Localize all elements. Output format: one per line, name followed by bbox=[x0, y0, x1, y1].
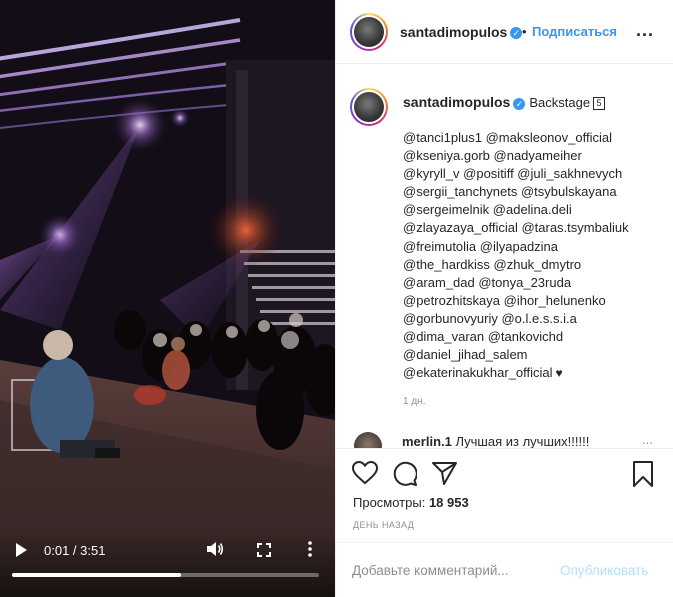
video-progress-bar[interactable] bbox=[12, 573, 319, 577]
mention-link[interactable]: @kseniya.gorb @nadyameiher bbox=[403, 148, 582, 163]
caption-heading: santadimopulos ✓ Backstage 5 bbox=[403, 94, 606, 111]
caption-mentions: @tanci1plus1 @maksleonov_official @kseni… bbox=[403, 129, 663, 382]
play-icon[interactable] bbox=[14, 542, 28, 558]
bookmark-icon[interactable] bbox=[632, 461, 654, 492]
comment-options-icon[interactable]: ... bbox=[642, 432, 653, 447]
volume-icon[interactable] bbox=[206, 541, 224, 557]
mention-line: @aram_dad @tonya_23ruda bbox=[403, 274, 663, 292]
mention-line: @ekaterinakukhar_official ♥ bbox=[403, 364, 663, 382]
video-controls-bar bbox=[0, 530, 335, 597]
mention-link[interactable]: @gorbunovyuriy @o.l.e.s.s.i.a bbox=[403, 311, 577, 326]
comment-text: merlin.1 Лучшая из лучших!!!!!! bbox=[402, 434, 589, 448]
mention-link[interactable]: @dima_varan @tankovichd bbox=[403, 329, 563, 344]
more-options-icon[interactable]: ... bbox=[636, 20, 654, 41]
verified-badge-icon: ✓ bbox=[513, 97, 526, 110]
username[interactable]: santadimopulos bbox=[400, 24, 507, 40]
mention-line: @sergeimelnik @adelina.deli bbox=[403, 201, 663, 219]
mention-link[interactable]: @kyryll_v @positiff @juli_sakhnevych bbox=[403, 166, 622, 181]
mention-line: @kyryll_v @positiff @juli_sakhnevych bbox=[403, 165, 663, 183]
comment-item: merlin.1 Лучшая из лучших!!!!!! ... bbox=[354, 432, 664, 448]
mention-link[interactable]: @daniel_jihad_salem bbox=[403, 347, 528, 362]
caption-time-ago: 1 дн. bbox=[403, 396, 426, 407]
mention-line: @dima_varan @tankovichd bbox=[403, 328, 663, 346]
heart-icon[interactable] bbox=[351, 460, 379, 490]
comment-icon[interactable] bbox=[392, 461, 418, 491]
follow-button[interactable]: Подписаться bbox=[532, 24, 617, 39]
comment-body: Лучшая из лучших!!!!!! bbox=[455, 434, 590, 448]
time-total: 3:51 bbox=[80, 543, 106, 558]
comment-input[interactable] bbox=[352, 557, 552, 583]
video-player[interactable]: 0:01 / 3:51 bbox=[0, 0, 335, 597]
heart-emoji: ♥ bbox=[555, 366, 563, 381]
fullscreen-icon[interactable] bbox=[257, 543, 271, 557]
post-actions: Просмотры: 18 953 ДЕНЬ НАЗАД bbox=[336, 448, 673, 548]
time-separator: / bbox=[69, 543, 81, 558]
mention-link[interactable]: @the_hardkiss @zhuk_dmytro bbox=[403, 257, 581, 272]
header-user: santadimopulos ✓ bbox=[400, 24, 523, 42]
video-progress-fill bbox=[12, 573, 181, 577]
mention-line: @sergii_tanchynets @tsybulskayana bbox=[403, 183, 663, 201]
views-number: 18 953 bbox=[428, 495, 469, 510]
comment-avatar[interactable] bbox=[354, 432, 382, 448]
mention-link[interactable]: @sergeimelnik @adelina.deli bbox=[403, 202, 572, 217]
publish-button[interactable]: Опубликовать bbox=[560, 563, 648, 578]
post-header: santadimopulos ✓ • Подписаться ... bbox=[336, 0, 673, 64]
caption-badge: 5 bbox=[593, 97, 606, 111]
mention-link[interactable]: @aram_dad @tonya_23ruda bbox=[403, 275, 571, 290]
send-icon[interactable] bbox=[432, 461, 457, 490]
caption-avatar-image bbox=[354, 92, 384, 122]
post-date: ДЕНЬ НАЗАД bbox=[353, 520, 415, 530]
mention-link[interactable]: @ekaterinakukhar_official bbox=[403, 365, 553, 380]
comment-form: Опубликовать bbox=[336, 542, 673, 597]
more-vertical-icon[interactable] bbox=[307, 541, 313, 557]
avatar-image bbox=[354, 17, 384, 47]
mention-line: @zlayazaya_official @taras.tsymbaliuk bbox=[403, 219, 663, 237]
mention-link[interactable]: @petrozhitskaya @ihor_helunenko bbox=[403, 293, 606, 308]
caption-avatar[interactable] bbox=[350, 88, 388, 126]
views-label: Просмотры: bbox=[353, 495, 426, 510]
mention-link[interactable]: @sergii_tanchynets @tsybulskayana bbox=[403, 184, 617, 199]
caption-title: Backstage bbox=[529, 95, 591, 110]
verified-badge-icon: ✓ bbox=[510, 26, 523, 39]
dot-separator: • bbox=[522, 24, 527, 39]
mention-line: @daniel_jihad_salem bbox=[403, 346, 663, 364]
video-time: 0:01 / 3:51 bbox=[44, 543, 105, 558]
mention-line: @petrozhitskaya @ihor_helunenko bbox=[403, 292, 663, 310]
avatar[interactable] bbox=[350, 13, 388, 51]
mention-line: @freimutolia @ilyapadzina bbox=[403, 238, 663, 256]
mention-line: @kseniya.gorb @nadyameiher bbox=[403, 147, 663, 165]
mention-line: @the_hardkiss @zhuk_dmytro bbox=[403, 256, 663, 274]
time-current: 0:01 bbox=[44, 543, 70, 558]
views-count[interactable]: Просмотры: 18 953 bbox=[353, 495, 469, 510]
mention-link[interactable]: @freimutolia @ilyapadzina bbox=[403, 239, 558, 254]
mention-link[interactable]: @zlayazaya_official @taras.tsymbaliuk bbox=[403, 220, 629, 235]
mention-link[interactable]: @tanci1plus1 @maksleonov_official bbox=[403, 130, 612, 145]
comment-username[interactable]: merlin.1 bbox=[402, 434, 452, 448]
caption-username[interactable]: santadimopulos bbox=[403, 94, 510, 110]
video-frame bbox=[0, 0, 335, 597]
post-panel: santadimopulos ✓ • Подписаться ... santad… bbox=[335, 0, 673, 597]
mention-line: @tanci1plus1 @maksleonov_official bbox=[403, 129, 663, 147]
mention-line: @gorbunovyuriy @o.l.e.s.s.i.a bbox=[403, 310, 663, 328]
